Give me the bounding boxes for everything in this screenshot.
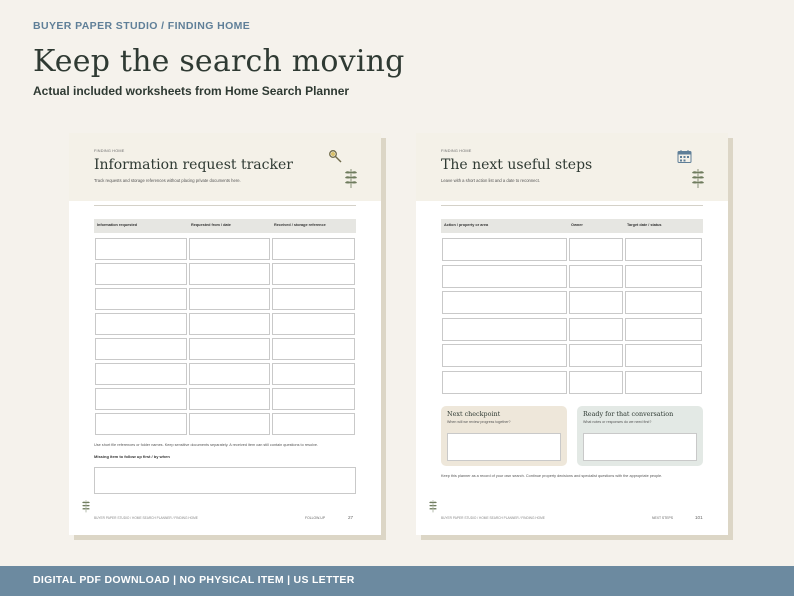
leaf-sprig-icon — [429, 500, 437, 513]
followup-label: Missing item to follow up first / by whe… — [94, 454, 170, 459]
table-cell[interactable] — [189, 338, 270, 360]
footer-credit: BUYER PAPER STUDIO / HOME SEARCH PLANNER… — [94, 516, 198, 520]
page-number: 27 — [348, 515, 354, 520]
sheet-subtitle: Track requests and storage references wi… — [94, 178, 241, 183]
guidance-note: Keep this planner as a record of your ow… — [441, 474, 663, 478]
table-header: Information requested Requested from / d… — [94, 219, 356, 233]
panel-subtitle: When will we review progress together? — [447, 420, 511, 424]
table-cell[interactable] — [442, 317, 567, 341]
calendar-icon — [677, 150, 692, 163]
product-format-info: DIGITAL PDF DOWNLOAD | NO PHYSICAL ITEM … — [33, 574, 355, 586]
panel-title: Next checkpoint — [447, 410, 501, 418]
table-cell[interactable] — [442, 344, 567, 367]
sheet-subtitle: Leave with a short action list and a dat… — [441, 178, 540, 183]
table-cell[interactable] — [442, 264, 567, 288]
table-cell[interactable] — [272, 238, 355, 260]
footer-section: FOLLOW-UP — [305, 516, 326, 520]
table-cell[interactable] — [95, 338, 187, 360]
table-cell[interactable] — [442, 370, 567, 394]
table-cell[interactable] — [569, 344, 623, 367]
bottom-info-bar: DIGITAL PDF DOWNLOAD | NO PHYSICAL ITEM … — [0, 566, 794, 596]
table-cell[interactable] — [95, 413, 187, 435]
table-cell[interactable] — [569, 264, 623, 288]
guidance-note: Use short file references or folder name… — [94, 443, 319, 447]
checkpoint-field[interactable] — [447, 433, 561, 461]
table-cell[interactable] — [189, 288, 270, 310]
table-cell[interactable] — [272, 263, 355, 285]
ready-conversation-panel: Ready for that conversation What notes o… — [577, 406, 703, 466]
magnifier-icon — [329, 150, 342, 163]
table-cell[interactable] — [189, 238, 270, 260]
table-cell[interactable] — [272, 288, 355, 310]
table-cell[interactable] — [95, 388, 187, 410]
column-header: Action / property or area — [444, 223, 489, 227]
table-cell[interactable] — [569, 238, 623, 261]
panel-subtitle: What notes or responses do we need first… — [583, 420, 652, 424]
table-cell[interactable] — [95, 363, 187, 385]
table-cell[interactable] — [625, 264, 702, 288]
table-cell[interactable] — [272, 313, 355, 335]
table-cell[interactable] — [95, 313, 187, 335]
table-cell[interactable] — [272, 388, 355, 410]
sheet-eyebrow: FINDING HOME — [94, 149, 125, 153]
table-cell[interactable] — [189, 413, 270, 435]
footer-credit: BUYER PAPER STUDIO / HOME SEARCH PLANNER… — [441, 516, 545, 520]
sheet-title: Information request tracker — [94, 157, 293, 173]
table-cell[interactable] — [625, 370, 702, 394]
table-cell[interactable] — [569, 291, 623, 314]
column-header: Target date / status — [627, 223, 662, 227]
table-cell[interactable] — [625, 317, 702, 341]
table-cell[interactable] — [625, 238, 702, 261]
table-cell[interactable] — [569, 370, 623, 394]
table-cell[interactable] — [272, 413, 355, 435]
header-rule — [94, 205, 356, 206]
page-subheadline: Actual included worksheets from Home Sea… — [33, 84, 350, 98]
table-cell[interactable] — [272, 363, 355, 385]
header-rule — [441, 205, 703, 206]
table-cell[interactable] — [189, 313, 270, 335]
column-header: Requested from / date — [191, 223, 231, 227]
page-headline: Keep the search moving — [33, 44, 405, 79]
leaf-sprig-icon — [82, 500, 90, 513]
sheet-title: The next useful steps — [441, 157, 593, 173]
table-cell[interactable] — [189, 263, 270, 285]
footer-section: NEXT STEPS — [652, 516, 674, 520]
table-cell[interactable] — [95, 263, 187, 285]
left-worksheet: FINDING HOME Information request tracker… — [69, 133, 381, 535]
column-header: Owner — [571, 223, 583, 227]
table-header: Action / property or area Owner Target d… — [441, 219, 703, 233]
table-cell[interactable] — [442, 238, 567, 261]
leaf-sprig-icon — [692, 169, 704, 188]
table-cell[interactable] — [442, 291, 567, 314]
table-cell[interactable] — [569, 317, 623, 341]
table-cell[interactable] — [95, 238, 187, 260]
table-cell[interactable] — [95, 288, 187, 310]
leaf-sprig-icon — [345, 169, 357, 188]
table-cell[interactable] — [189, 363, 270, 385]
table-cell[interactable] — [189, 388, 270, 410]
followup-field[interactable] — [94, 467, 356, 494]
sheet-eyebrow: FINDING HOME — [441, 149, 472, 153]
page-number: 101 — [695, 515, 703, 520]
column-header: Information requested — [97, 223, 138, 227]
conversation-field[interactable] — [583, 433, 697, 461]
panel-title: Ready for that conversation — [583, 410, 674, 418]
brand-breadcrumb: BUYER PAPER STUDIO / FINDING HOME — [33, 20, 251, 32]
table-cell[interactable] — [625, 291, 702, 314]
next-checkpoint-panel: Next checkpoint When will we review prog… — [441, 406, 567, 466]
column-header: Received / storage reference — [274, 223, 326, 227]
right-worksheet: FINDING HOME The next useful steps Leave… — [416, 133, 728, 535]
table-cell[interactable] — [272, 338, 355, 360]
table-cell[interactable] — [625, 344, 702, 367]
